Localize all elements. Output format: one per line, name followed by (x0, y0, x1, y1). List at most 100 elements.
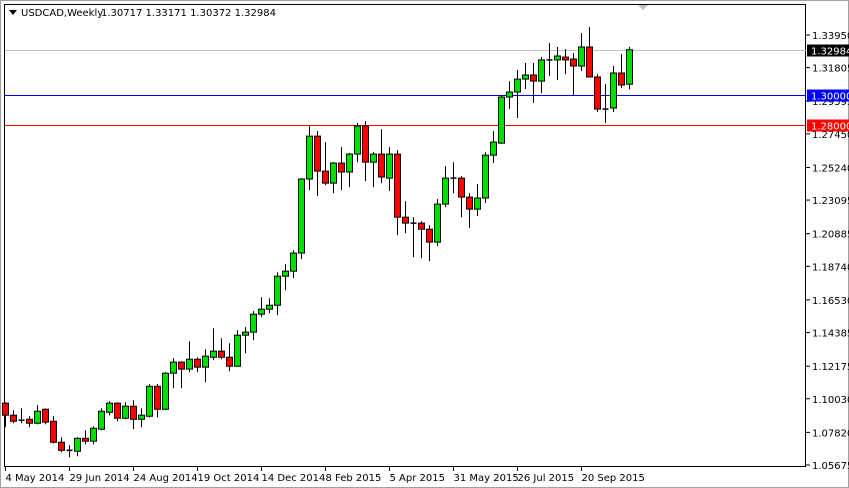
y-tick-label: 1.10030 (812, 395, 849, 406)
candle-body-bull (138, 414, 145, 420)
candle (498, 95, 505, 145)
candle-body-bull (186, 358, 193, 370)
x-tick-label: 31 May 2015 (454, 473, 519, 484)
candle-body-bear (114, 402, 121, 419)
candle (42, 408, 49, 425)
candle (162, 372, 169, 411)
candle-body-bull (610, 72, 617, 109)
candle-body-bull (258, 308, 265, 315)
candle-body-bull (274, 275, 281, 306)
candle-body-bear (562, 56, 569, 61)
x-tick-label: 4 May 2014 (6, 473, 65, 484)
candle-body-bear (154, 385, 161, 410)
candle-body-bear (394, 153, 401, 218)
x-tick-label: 5 Apr 2015 (390, 473, 445, 484)
candle-body-bull (234, 334, 241, 367)
candle (482, 152, 489, 204)
candle-body-bear (530, 74, 537, 82)
candle (594, 74, 601, 113)
candle-body-bull (538, 59, 545, 82)
candle (434, 199, 441, 247)
candle-body-bull (370, 153, 377, 163)
y-tick-label: 1.20885 (812, 230, 849, 241)
candle-body-bear (226, 356, 233, 367)
candle-body-bear (594, 76, 601, 110)
chart-symbol-title: USDCAD,Weekly (21, 8, 103, 19)
candle-body-bull (474, 197, 481, 210)
y-tick-label: 1.31805 (812, 64, 849, 75)
candle-body-bull (162, 372, 169, 410)
candle (146, 384, 153, 418)
candle-body-bear (50, 420, 57, 443)
candle-body-bear (586, 46, 593, 78)
candle-body-bull (354, 125, 361, 155)
candle-body-bear (570, 58, 577, 67)
candle (626, 46, 633, 90)
candle (98, 408, 105, 431)
candle-body-bear (362, 125, 369, 163)
price-chart[interactable]: 1.339501.318051.295951.274501.252401.230… (0, 0, 849, 488)
candle-body-bull (434, 203, 441, 243)
candle-body-bear (426, 228, 433, 243)
candle-body-bull (506, 91, 513, 98)
candle-body-bear (322, 170, 329, 184)
candle-body-bull (298, 178, 305, 254)
x-tick-label: 20 Sep 2015 (582, 473, 645, 484)
candle-body-bear (130, 405, 137, 420)
candle-body-bull (522, 74, 529, 80)
y-tick-label: 1.23095 (812, 196, 849, 207)
candle-body-bull (266, 304, 273, 310)
candle (90, 426, 97, 445)
y-tick-label: 1.18740 (812, 262, 849, 273)
candle-body-bear (218, 350, 225, 358)
candle-body-bull (482, 154, 489, 199)
price-label-red: 1.28000 (811, 122, 849, 133)
candle-body-bear (402, 216, 409, 224)
candle-body-bull (386, 153, 393, 179)
candle-body-bull (106, 402, 113, 413)
candle-body-bull (346, 153, 353, 173)
candle-body-bear (466, 196, 473, 210)
candle-body-bull (146, 385, 153, 417)
x-tick-label: 14 Dec 2014 (262, 473, 326, 484)
candle-body-bear (314, 135, 321, 172)
candle-body-bear (338, 162, 345, 173)
y-tick-label: 1.14385 (812, 329, 849, 340)
y-tick-label: 1.12175 (812, 362, 849, 373)
candle-body-bull (554, 55, 561, 61)
candle-body-bear (10, 414, 17, 422)
candle-body-bear (458, 177, 465, 198)
candle-body-bull (202, 355, 209, 368)
candle-body-bear (82, 437, 89, 442)
candle-body-bear (26, 418, 33, 424)
y-tick-label: 1.07820 (812, 428, 849, 439)
price-label-blue: 1.30000 (811, 92, 849, 103)
candle-body-bull (242, 331, 249, 336)
candle-body-bull (250, 313, 257, 333)
candle-body-bear (2, 402, 9, 416)
candle-body-bull (626, 49, 633, 85)
candle (234, 330, 241, 367)
candle-body-bear (194, 358, 201, 368)
candle-body-bull (74, 437, 81, 452)
candle-body-bull (122, 405, 129, 419)
candle-body-bull (490, 141, 497, 156)
x-tick-label: 8 Feb 2015 (326, 473, 382, 484)
x-tick-label: 26 Jul 2015 (518, 473, 575, 484)
chart-ohlc-values: 1.30717 1.33171 1.30372 1.32984 (101, 8, 276, 19)
candle-body-bear (42, 408, 49, 423)
candle (298, 178, 305, 260)
candle-body-bull (330, 162, 337, 184)
candle-body-bull (90, 427, 97, 442)
candle-body-bear (178, 361, 185, 370)
candle-body-bull (290, 252, 297, 272)
candle-body-bull (514, 78, 521, 93)
candle-body-bear (58, 441, 65, 451)
candle-body-bull (282, 270, 289, 277)
candle-body-bull (34, 410, 41, 424)
candle-body-bull (210, 350, 217, 358)
candle-body-bull (498, 96, 505, 144)
candle-body-bear (378, 153, 385, 178)
x-tick-label: 24 Aug 2014 (134, 473, 198, 484)
candle (114, 402, 121, 422)
